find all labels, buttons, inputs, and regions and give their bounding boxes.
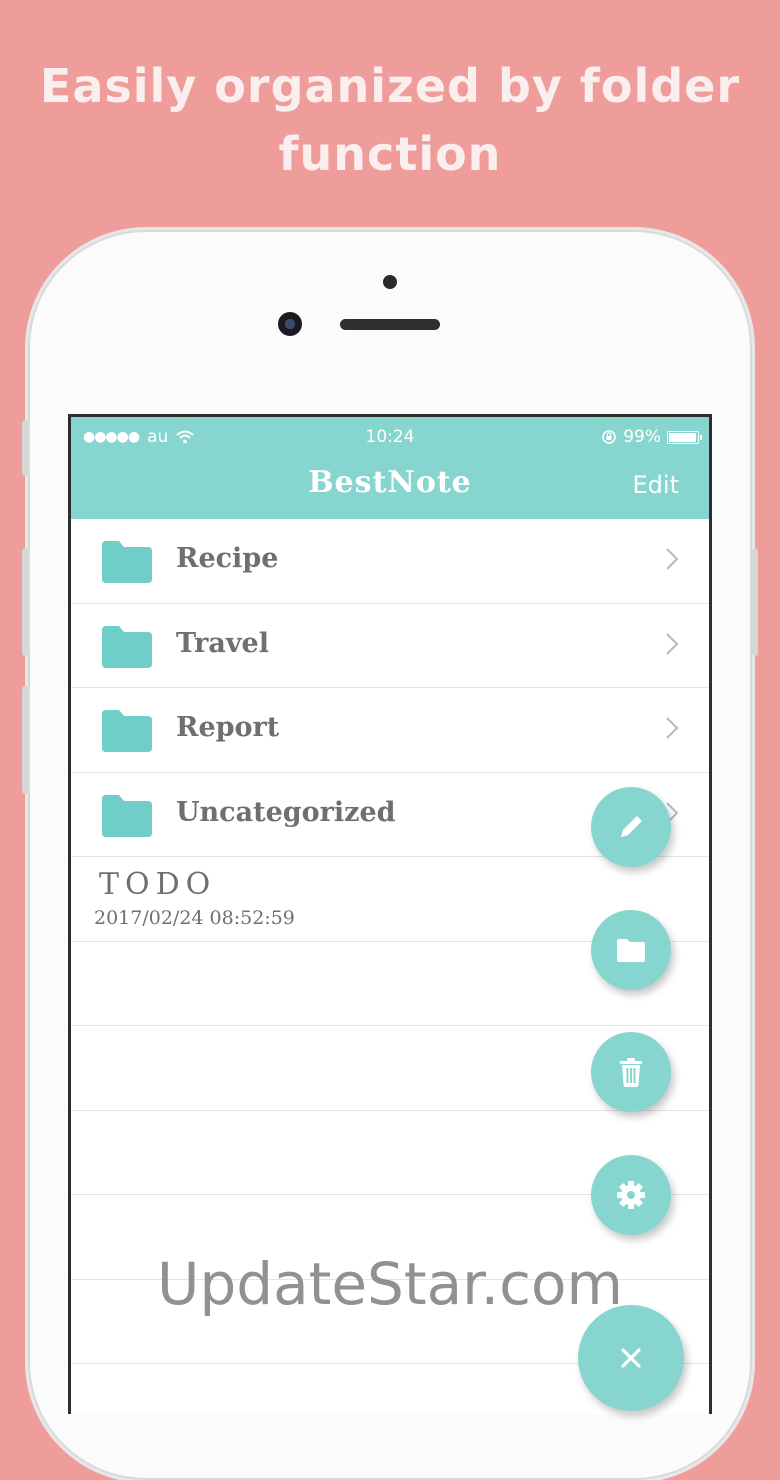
gear-icon <box>617 1181 645 1209</box>
pencil-icon <box>621 816 642 837</box>
mute-switch <box>22 420 28 476</box>
folder-row-report[interactable]: Report <box>71 688 709 773</box>
battery-percent: 99% <box>623 427 661 447</box>
chevron-right-icon <box>666 717 679 739</box>
headline: Easily organized by folder function <box>0 52 780 188</box>
rotation-lock-icon <box>602 430 617 444</box>
folder-icon <box>102 625 152 668</box>
chevron-right-icon <box>666 548 679 570</box>
volume-up-button <box>22 548 28 656</box>
folder-icon <box>102 710 152 752</box>
trash-icon <box>620 1058 642 1087</box>
chevron-right-icon <box>666 632 679 655</box>
power-button <box>752 548 758 656</box>
earpiece-speaker <box>340 319 440 330</box>
headline-line-1: Easily organized by folder <box>39 59 741 113</box>
top-bar: ●●●●● au 10:24 99% BestNote Edit <box>71 417 709 519</box>
folder-icon <box>102 794 152 837</box>
folder-icon <box>617 939 645 962</box>
settings-button[interactable] <box>591 1155 671 1235</box>
folder-label: Report <box>176 712 280 743</box>
headline-line-2: function <box>278 127 502 181</box>
new-folder-button[interactable] <box>591 910 671 990</box>
close-menu-button[interactable] <box>578 1305 684 1411</box>
volume-down-button <box>22 686 28 794</box>
watermark: UpdateStar.com <box>157 1250 623 1318</box>
folder-label: Uncategorized <box>176 796 396 828</box>
new-note-button[interactable] <box>591 787 671 867</box>
folder-icon <box>102 541 152 583</box>
note-date: 2017/02/24 08:52:59 <box>94 907 295 929</box>
folder-row-travel[interactable]: Travel <box>71 604 709 688</box>
folder-label: Recipe <box>176 543 279 574</box>
note-title: TODO <box>99 867 217 902</box>
battery-icon <box>667 430 702 444</box>
folder-row-recipe[interactable]: Recipe <box>71 519 709 604</box>
status-bar: ●●●●● au 10:24 99% <box>71 423 709 451</box>
edit-button[interactable]: Edit <box>633 471 679 499</box>
app-title: BestNote <box>308 465 472 500</box>
delete-button[interactable] <box>591 1032 671 1112</box>
front-camera <box>278 312 302 336</box>
proximity-sensor <box>383 275 397 289</box>
close-icon <box>621 1348 641 1368</box>
folder-label: Travel <box>176 627 269 659</box>
